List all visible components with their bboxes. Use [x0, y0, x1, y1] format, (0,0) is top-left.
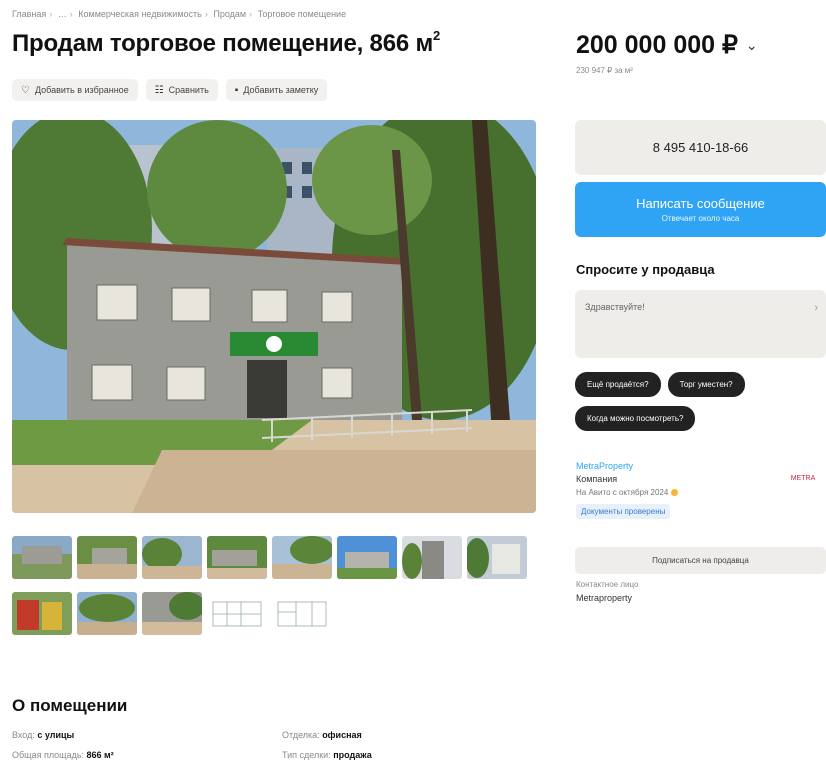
add-to-favorites-button[interactable]: ♡ Добавить в избранное [12, 79, 138, 101]
thumbnail[interactable] [272, 536, 332, 579]
listing-actions: ♡ Добавить в избранное ☷ Сравнить ▪ Доба… [12, 79, 328, 101]
thumbnail[interactable] [337, 536, 397, 579]
seller-name-link[interactable]: MetraProperty [576, 461, 633, 471]
show-phone-button[interactable]: 8 495 410-18-66 [575, 120, 826, 175]
thumbnail[interactable] [207, 536, 267, 579]
contact-person-name: Metraproperty [576, 593, 633, 603]
breadcrumb-item-home[interactable]: Главная [12, 9, 46, 19]
send-icon[interactable]: › [814, 302, 818, 314]
building-photo [12, 120, 536, 513]
chevron-down-icon[interactable]: ⌄ [746, 37, 758, 54]
floor-plan-thumbnail[interactable] [207, 592, 267, 635]
thumbnail[interactable] [12, 592, 72, 635]
main-photo[interactable] [12, 120, 536, 513]
breadcrumb: Главная › … › Коммерческая недвижимость › П… [12, 9, 347, 19]
thumbnail[interactable] [12, 536, 72, 579]
heart-icon: ♡ [21, 84, 30, 96]
property-finish: Отделка: офисная [282, 730, 362, 740]
seller-since: На Авито с октября 2024 [576, 488, 679, 497]
page-title: Продам торговое помещение, 866 м2 [12, 28, 441, 58]
add-note-label: Добавить заметку [243, 85, 319, 95]
photo-thumbnails [12, 536, 532, 635]
breadcrumb-item-commercial[interactable]: Коммерческая недвижимость [78, 9, 202, 19]
page-title-sup: 2 [433, 28, 441, 43]
thumbnail[interactable] [402, 536, 462, 579]
write-message-button[interactable]: Написать сообщение Отвечает около часа [575, 182, 826, 237]
quick-questions: Ещё продаётся? Торг уместен? Когда можно… [575, 372, 826, 431]
response-time: Отвечает около часа [661, 214, 740, 223]
documents-verified-badge: Документы проверены [576, 504, 671, 519]
page-title-text: Продам торговое помещение, 866 м [12, 30, 434, 57]
note-icon: ▪ [234, 84, 239, 96]
compare-button[interactable]: ☷ Сравнить [145, 79, 218, 101]
quick-question-chip[interactable]: Ещё продаётся? [575, 372, 661, 397]
seller-logo[interactable]: METRA [782, 472, 824, 484]
property-deal-type: Тип сделки: продажа [282, 750, 372, 760]
compare-label: Сравнить [168, 85, 209, 95]
compare-icon: ☷ [154, 84, 164, 96]
thumbnail[interactable] [142, 592, 202, 635]
price-per-m2: 230 947 ₽ за м² [576, 66, 633, 75]
quick-question-chip[interactable]: Когда можно посмотреть? [575, 406, 696, 431]
thumbnail[interactable] [142, 536, 202, 579]
subscribe-label: Подписаться на продавца [652, 556, 749, 565]
ask-seller-input[interactable]: Здравствуйте! › [575, 290, 826, 358]
thumbnail[interactable] [467, 536, 527, 579]
write-message-label: Написать сообщение [636, 196, 765, 211]
breadcrumb-item-retail[interactable]: Торговое помещение [258, 9, 346, 19]
property-entrance: Вход: с улицы [12, 730, 75, 740]
breadcrumb-item-ellipsis[interactable]: … [58, 9, 67, 19]
about-properties: Вход: с улицы Отделка: офисная Общая пло… [12, 730, 432, 760]
breadcrumb-item-sell[interactable]: Продам [213, 9, 246, 19]
phone-number: 8 495 410-18-66 [652, 140, 749, 155]
quick-question-chip[interactable]: Торг уместен? [667, 372, 745, 397]
thumbnail[interactable] [77, 592, 137, 635]
badge-icon [671, 489, 679, 496]
subscribe-seller-button[interactable]: Подписаться на продавца [575, 547, 826, 574]
contact-person-label: Контактное лицо [576, 580, 639, 589]
ask-seller-title: Спросите у продавца [576, 262, 715, 277]
thumbnail[interactable] [77, 536, 137, 579]
price-value: 200 000 000 ₽ [576, 31, 738, 59]
about-section-title: О помещении [12, 696, 128, 715]
floor-plan-thumbnail[interactable] [272, 592, 332, 635]
add-to-favorites-label: Добавить в избранное [34, 85, 129, 95]
ask-seller-placeholder: Здравствуйте! [585, 302, 645, 312]
seller-type: Компания [576, 474, 618, 484]
property-area: Общая площадь: 866 м² [12, 750, 114, 760]
price: 200 000 000 ₽ ⌄ [576, 30, 758, 60]
add-note-button[interactable]: ▪ Добавить заметку [225, 79, 328, 101]
